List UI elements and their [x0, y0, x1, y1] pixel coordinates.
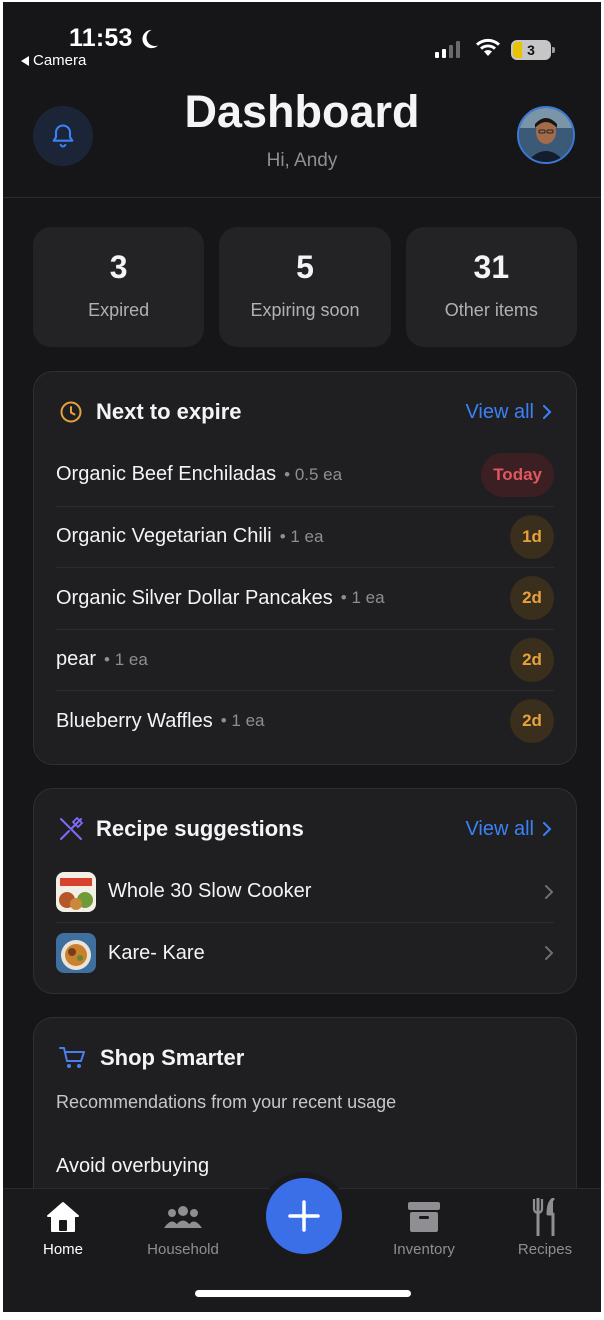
item-quantity: • 0.5 ea: [284, 464, 343, 484]
stat-value: 31: [473, 249, 510, 285]
avatar[interactable]: [517, 106, 575, 164]
battery-level: 3: [527, 42, 535, 58]
utensils-icon: [58, 816, 84, 842]
card-title: Next to expire: [96, 399, 242, 424]
home-icon: [45, 1199, 81, 1235]
tab-label: Recipes: [517, 1241, 573, 1258]
stat-other-items[interactable]: 31 Other items: [405, 227, 577, 347]
expiry-badge: 2d: [510, 699, 554, 744]
next-to-expire-card: Next to expire View all Organic Beef Enc…: [33, 371, 577, 765]
fork-knife-icon: [531, 1198, 559, 1236]
item-quantity: • 1 ea: [340, 588, 385, 608]
expiry-badge: 2d: [510, 637, 554, 682]
back-to-camera[interactable]: Camera: [21, 52, 86, 69]
cart-icon: [58, 1045, 88, 1071]
status-time: 11:53: [69, 24, 133, 52]
expiring-item[interactable]: Blueberry Waffles • 1 ea 2d: [56, 690, 554, 752]
card-header: Next to expire View all: [34, 372, 576, 452]
chevron-right-icon: [545, 884, 554, 899]
view-all-label: View all: [465, 400, 534, 423]
item-quantity: • 1 ea: [279, 526, 324, 546]
tab-recipes[interactable]: Recipes: [490, 1198, 600, 1258]
clock-icon: [58, 399, 84, 425]
add-item-button[interactable]: [266, 1178, 342, 1254]
archive-box-icon: [407, 1199, 441, 1235]
expiring-item[interactable]: Organic Vegetarian Chili • 1 ea 1d: [56, 505, 554, 568]
expiring-item[interactable]: Organic Silver Dollar Pancakes • 1 ea 2d: [56, 567, 554, 629]
greeting: Hi, Andy: [266, 150, 338, 171]
phone-screen: 11:53 Camera 3 Dashboard Hi, Andy 3 Expi…: [3, 2, 601, 1312]
chevron-right-icon: [543, 822, 552, 836]
item-name: Blueberry Waffles: [56, 709, 213, 732]
back-arrow-icon: [21, 55, 29, 66]
tab-home[interactable]: Home: [8, 1199, 118, 1258]
header-divider: [3, 197, 601, 198]
card-title: Shop Smarter: [100, 1045, 245, 1070]
tab-label: Household: [147, 1241, 219, 1258]
recipe-thumbnail: [56, 871, 96, 912]
people-icon: [164, 1199, 202, 1235]
recipe-name: Whole 30 Slow Cooker: [108, 880, 312, 902]
item-quantity: • 1 ea: [104, 649, 148, 669]
stats-row: 3 Expired 5 Expiring soon 31 Other items: [33, 227, 577, 347]
back-label: Camera: [33, 52, 87, 69]
wifi-icon: [476, 38, 500, 56]
page-title: Dashboard: [184, 86, 420, 137]
expiring-list: Organic Beef Enchiladas • 0.5 ea Today O…: [34, 444, 576, 752]
chevron-right-icon: [543, 405, 552, 419]
view-all-label: View all: [465, 817, 534, 840]
recipe-item[interactable]: Whole 30 Slow Cooker: [56, 861, 554, 922]
shop-subtitle: Recommendations from your recent usage: [56, 1092, 397, 1112]
expiry-badge: Today: [481, 452, 554, 497]
recipe-item[interactable]: Kare- Kare: [56, 922, 554, 983]
avatar-photo: [519, 108, 573, 162]
tab-label: Home: [42, 1241, 83, 1258]
stat-value: 3: [109, 249, 128, 285]
recipe-thumbnail: [56, 933, 96, 973]
recipe-name: Kare- Kare: [108, 941, 205, 964]
moon-icon: [142, 29, 159, 49]
stat-label: Expired: [88, 300, 150, 320]
home-indicator: [195, 1290, 411, 1297]
plus-icon: [288, 1200, 320, 1232]
item-quantity: • 1 ea: [220, 711, 265, 731]
recipe-list: Whole 30 Slow Cooker Kare- Kare: [34, 861, 576, 983]
item-name: Organic Beef Enchiladas: [56, 463, 277, 486]
tab-household[interactable]: Household: [128, 1199, 238, 1258]
stat-expired[interactable]: 3 Expired: [33, 227, 205, 347]
chevron-right-icon: [545, 946, 554, 960]
card-title: Recipe suggestions: [96, 816, 304, 841]
tab-inventory[interactable]: Inventory: [369, 1199, 479, 1258]
expiring-item[interactable]: Organic Beef Enchiladas • 0.5 ea Today: [56, 444, 554, 506]
recipe-suggestions-card: Recipe suggestions View all Whole 30 Slo…: [33, 788, 577, 994]
card-header: Recipe suggestions View all: [34, 789, 576, 869]
expiring-item[interactable]: pear • 1 ea 2d: [56, 628, 554, 691]
item-name: Organic Silver Dollar Pancakes: [56, 586, 333, 609]
tab-label: Inventory: [393, 1241, 455, 1258]
item-name: pear: [56, 648, 97, 671]
expiry-badge: 2d: [510, 576, 554, 621]
avoid-overbuying-heading: Avoid overbuying: [56, 1155, 210, 1177]
cellular-signal-icon: [435, 40, 460, 58]
stat-expiring-soon[interactable]: 5 Expiring soon: [219, 227, 391, 347]
item-name: Organic Vegetarian Chili: [56, 525, 272, 548]
stat-label: Expiring soon: [250, 300, 360, 320]
stat-label: Other items: [444, 300, 538, 320]
view-all-expiring-link[interactable]: View all: [465, 401, 552, 424]
battery-icon: 3: [511, 40, 555, 60]
stat-value: 5: [296, 249, 314, 285]
card-header: Shop Smarter: [34, 1018, 576, 1098]
expiry-badge: 1d: [510, 514, 554, 559]
view-all-recipes-link[interactable]: View all: [465, 818, 552, 841]
